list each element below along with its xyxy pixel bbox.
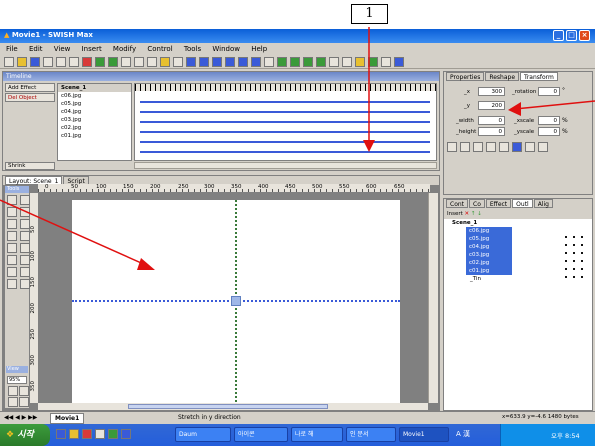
arrow-head — [363, 140, 375, 152]
arrow-head — [137, 258, 155, 270]
arrow-line — [514, 100, 595, 110]
annotation-arrows — [0, 27, 595, 270]
arrow-head — [508, 102, 521, 116]
arrow-line — [0, 199, 149, 267]
